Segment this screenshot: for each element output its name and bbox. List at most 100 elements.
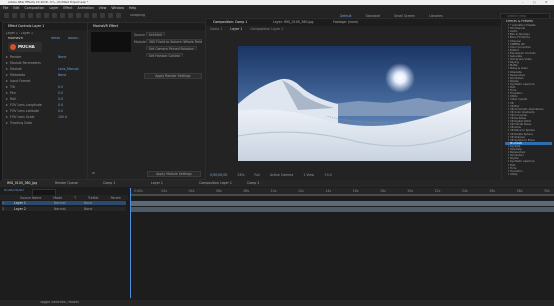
layer-name[interactable]: Layer 2: [14, 207, 54, 211]
effect-category-item[interactable]: Utility: [508, 172, 518, 176]
tab-effect-controls[interactable]: Effect Controls Layer 1: [5, 23, 47, 30]
snapping-toggle[interactable]: Snapping: [130, 14, 145, 17]
expand-triangle-icon[interactable]: [508, 151, 509, 154]
effect-param-row[interactable]: Module Parameters: [6, 61, 84, 65]
close-button[interactable]: ✕: [545, 1, 548, 4]
maximize-button[interactable]: □: [533, 1, 536, 4]
clone-stamp-icon[interactable]: [92, 13, 97, 18]
reset-link[interactable]: Reset: [51, 37, 60, 40]
puppet-tool-icon[interactable]: [116, 13, 121, 18]
tab-composition-2[interactable]: Footage: (none): [330, 19, 361, 26]
timeline-column-header[interactable]: TrkMat: [88, 196, 99, 200]
eraser-tool-icon[interactable]: [100, 13, 105, 18]
apply-render-settings-button[interactable]: Apply Render Settings: [144, 73, 202, 79]
comp-subtab-1[interactable]: Layer 1: [230, 27, 242, 32]
expand-triangle-icon[interactable]: [6, 56, 8, 58]
tab-timeline-0[interactable]: IMG_0100_360_Jpg: [4, 180, 40, 187]
expand-triangle-icon[interactable]: [508, 144, 509, 147]
expand-triangle-icon[interactable]: [508, 101, 509, 104]
comp-subtab-0[interactable]: Comp 1: [210, 27, 222, 32]
pan-behind-tool-icon[interactable]: [52, 13, 57, 18]
expand-triangle-icon[interactable]: [508, 42, 509, 45]
expand-triangle-icon[interactable]: [508, 55, 509, 57]
effect-param-value[interactable]: 0.0: [58, 97, 63, 101]
expand-triangle-icon[interactable]: [6, 92, 8, 94]
effect-param-value[interactable]: 0.0: [58, 109, 63, 113]
layer-parent[interactable]: None: [84, 201, 92, 205]
type-tool-icon[interactable]: [76, 13, 81, 18]
expand-triangle-icon[interactable]: [508, 86, 509, 88]
expand-triangle-icon[interactable]: [6, 74, 8, 76]
expand-triangle-icon[interactable]: [508, 120, 509, 123]
mocha-field-value[interactable]: Set Camera Pinned Rotation: [146, 46, 197, 50]
expand-triangle-icon[interactable]: [508, 48, 509, 51]
expand-triangle-icon[interactable]: [508, 79, 509, 82]
camera-tool-icon[interactable]: [44, 13, 49, 18]
timeline-column-header[interactable]: Mode: [53, 196, 62, 200]
timeline-column-header[interactable]: Parent: [111, 196, 121, 200]
expand-triangle-icon[interactable]: [508, 92, 509, 95]
timeline-timecode[interactable]: 0;00;00;00: [4, 189, 24, 193]
expand-triangle-icon[interactable]: [508, 70, 509, 73]
mocha-field-value[interactable]: Set Horizon Control: [146, 53, 183, 57]
expand-triangle-icon[interactable]: [508, 58, 509, 61]
tab-timeline-5[interactable]: Comp 2: [244, 180, 262, 187]
expand-triangle-icon[interactable]: [508, 129, 509, 132]
effect-param-row[interactable]: FOV Lens Scale 100.0: [6, 115, 84, 119]
tab-timeline-1[interactable]: Render Queue: [52, 180, 81, 187]
expand-triangle-icon[interactable]: [508, 132, 509, 135]
expand-triangle-icon[interactable]: [508, 141, 509, 144]
layer-bar-1[interactable]: [130, 201, 554, 206]
expand-triangle-icon[interactable]: [508, 107, 509, 110]
mocha-field-value[interactable]: 360 Flight to Sphere (Whole Field): [146, 39, 202, 43]
comp-footer-control-0[interactable]: 26%: [237, 173, 244, 178]
mocha-field-value[interactable]: Untitled: [146, 32, 165, 36]
expand-triangle-icon[interactable]: [508, 95, 509, 98]
timeline-column-header[interactable]: T: [74, 196, 76, 200]
expand-triangle-icon[interactable]: [508, 76, 509, 79]
tab-timeline-4[interactable]: Composition Layer 1: [196, 180, 235, 187]
expand-triangle-icon[interactable]: [508, 104, 509, 107]
expand-triangle-icon[interactable]: [508, 64, 509, 67]
expand-triangle-icon[interactable]: [6, 116, 8, 118]
apply-module-settings-button[interactable]: Apply Module Settings: [147, 171, 201, 177]
brush-tool-icon[interactable]: [84, 13, 89, 18]
expand-triangle-icon[interactable]: [508, 27, 509, 30]
timeline-layer-row[interactable]: 1 Layer 1 Normal None: [2, 201, 126, 205]
expand-triangle-icon[interactable]: [508, 169, 509, 172]
expand-triangle-icon[interactable]: [508, 117, 509, 119]
current-time-indicator[interactable]: [130, 188, 131, 298]
expand-triangle-icon[interactable]: [508, 157, 509, 160]
about-link[interactable]: About...: [68, 37, 80, 40]
expand-triangle-icon[interactable]: [508, 82, 509, 85]
comp-timecode[interactable]: 0;00;00;00: [210, 173, 227, 178]
rectangle-tool-icon[interactable]: [60, 13, 65, 18]
pen-tool-icon[interactable]: [68, 13, 73, 18]
tab-composition-0[interactable]: Composition: Comp 1: [210, 19, 250, 26]
expand-triangle-icon[interactable]: [508, 172, 509, 175]
work-area-bar[interactable]: [130, 194, 554, 196]
effect-param-value[interactable]: Lens_Manual: [58, 67, 79, 71]
effect-param-value[interactable]: None: [58, 73, 66, 77]
zoom-tool-icon[interactable]: [28, 13, 33, 18]
comp-subtab-2[interactable]: Composition Layer 1: [250, 27, 283, 32]
tab-mochavr-effect[interactable]: MochaVR Effect: [90, 23, 121, 30]
minimize-button[interactable]: –: [522, 1, 524, 4]
expand-triangle-icon[interactable]: [6, 110, 8, 112]
expand-triangle-icon[interactable]: [508, 135, 509, 138]
expand-triangle-icon[interactable]: [508, 148, 509, 150]
expand-triangle-icon[interactable]: [508, 113, 509, 116]
layer-bar-2[interactable]: [130, 207, 554, 212]
comp-footer-control-4[interactable]: +0.0: [324, 173, 332, 178]
layer-parent[interactable]: None: [84, 207, 92, 211]
layer-mode[interactable]: Normal: [54, 201, 84, 205]
hand-tool-icon[interactable]: [20, 13, 25, 18]
timeline-layer-row[interactable]: 2 Layer 2 Normal None: [2, 207, 126, 211]
effect-param-value[interactable]: 0.0: [58, 103, 63, 107]
expand-triangle-icon[interactable]: [508, 33, 509, 36]
toggle-switches-modes[interactable]: Toggle Switches / Modes: [40, 301, 79, 304]
expand-triangle-icon[interactable]: [508, 110, 509, 113]
comp-footer-control-2[interactable]: Active Camera: [270, 173, 293, 178]
comp-footer-control-3[interactable]: 1 View: [303, 173, 314, 178]
expand-triangle-icon[interactable]: [508, 45, 509, 48]
